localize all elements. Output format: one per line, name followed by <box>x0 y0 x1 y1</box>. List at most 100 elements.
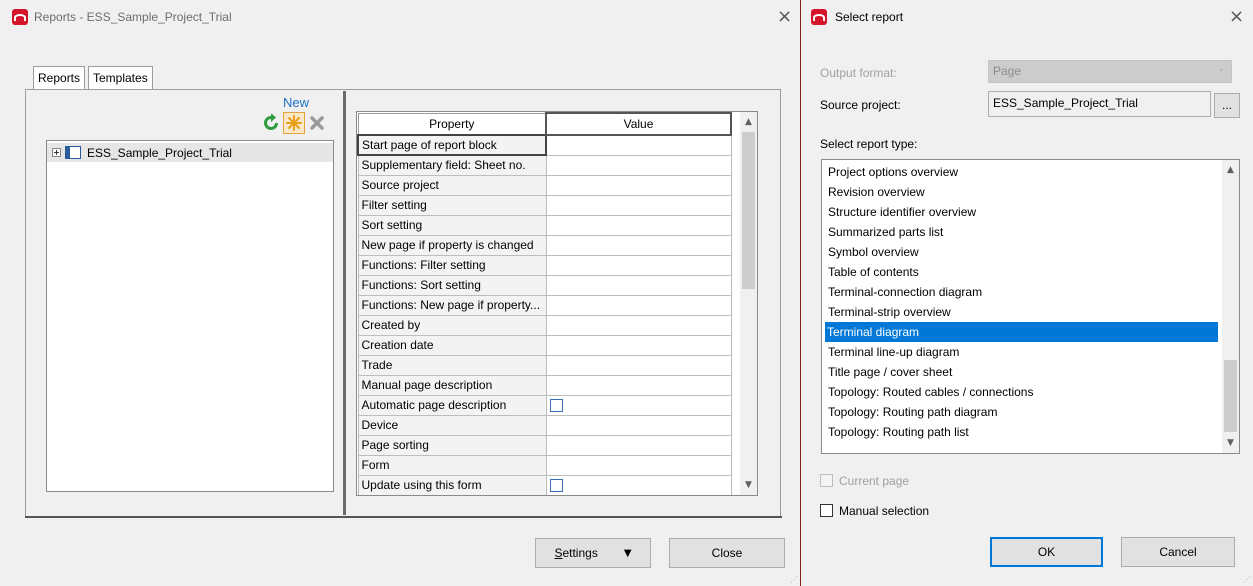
tab-templates[interactable]: Templates <box>88 66 153 90</box>
manual-selection-checkbox[interactable] <box>820 504 833 517</box>
tree-item-project[interactable]: ESS_Sample_Project_Trial <box>47 143 333 162</box>
scroll-thumb[interactable] <box>1224 360 1237 432</box>
source-project-field[interactable]: ESS_Sample_Project_Trial <box>988 91 1211 117</box>
grid-row[interactable]: Supplementary field: Sheet no. <box>357 154 732 176</box>
list-scrollbar[interactable]: ▲ ▼ <box>1222 160 1239 453</box>
new-star-icon[interactable] <box>283 112 305 134</box>
value-cell[interactable] <box>545 214 732 236</box>
report-type-item[interactable]: Topology: Routing path list <box>826 422 969 442</box>
property-cell[interactable]: Created by <box>357 314 547 336</box>
report-type-item[interactable]: Topology: Routed cables / connections <box>826 382 1033 402</box>
report-type-item[interactable]: Project options overview <box>826 162 958 182</box>
property-cell[interactable]: Start page of report block <box>357 134 547 156</box>
value-checkbox[interactable] <box>549 479 563 493</box>
value-cell[interactable] <box>545 334 732 356</box>
scroll-down-icon[interactable]: ▼ <box>740 480 757 490</box>
property-cell[interactable]: Device <box>357 414 547 436</box>
value-checkbox[interactable] <box>549 399 563 413</box>
report-type-item[interactable]: Terminal-connection diagram <box>826 282 982 302</box>
grid-row[interactable]: Trade <box>357 354 732 376</box>
property-cell[interactable]: Page sorting <box>357 434 547 456</box>
value-cell[interactable] <box>545 234 732 256</box>
grid-row[interactable]: Functions: Filter setting <box>357 254 732 276</box>
settings-button[interactable]: Settings ▼ <box>535 538 651 568</box>
grid-row[interactable]: Manual page description <box>357 374 732 396</box>
scroll-up-icon[interactable]: ▲ <box>1222 165 1239 175</box>
report-type-item[interactable]: Terminal diagram <box>825 322 1218 342</box>
close-button[interactable]: Close <box>669 538 785 568</box>
close-window-icon[interactable]: × <box>777 6 792 27</box>
grid-row[interactable]: Device <box>357 414 732 436</box>
property-cell[interactable]: Update using this form <box>357 474 547 495</box>
grid-row[interactable]: Functions: New page if property... <box>357 294 732 316</box>
report-type-item[interactable]: Revision overview <box>826 182 925 202</box>
value-cell[interactable] <box>545 254 732 276</box>
grid-row[interactable]: New page if property is changed <box>357 234 732 256</box>
resize-grip-icon[interactable]: ⋰ <box>1243 575 1251 584</box>
value-cell[interactable] <box>545 194 732 216</box>
value-cell[interactable] <box>545 174 732 196</box>
value-cell[interactable] <box>545 134 732 156</box>
report-type-item[interactable]: Table of contents <box>826 262 919 282</box>
grid-row[interactable]: Functions: Sort setting <box>357 274 732 296</box>
value-cell[interactable] <box>545 314 732 336</box>
property-grid[interactable]: Property Value Start page of report bloc… <box>356 111 758 496</box>
property-cell[interactable]: New page if property is changed <box>357 234 547 256</box>
ok-button[interactable]: OK <box>990 537 1103 567</box>
grid-row[interactable]: Update using this form <box>357 474 732 495</box>
property-cell[interactable]: Sort setting <box>357 214 547 236</box>
tab-reports[interactable]: Reports <box>33 66 86 90</box>
grid-row[interactable]: Sort setting <box>357 214 732 236</box>
plus-box-icon[interactable] <box>52 148 61 157</box>
property-cell[interactable]: Functions: Filter setting <box>357 254 547 276</box>
scroll-up-icon[interactable]: ▲ <box>740 117 757 127</box>
grid-row[interactable]: Created by <box>357 314 732 336</box>
grid-row[interactable]: Form <box>357 454 732 476</box>
report-tree[interactable]: ESS_Sample_Project_Trial <box>46 140 334 492</box>
grid-row[interactable]: Page sorting <box>357 434 732 456</box>
value-cell[interactable] <box>545 394 732 416</box>
close-dialog-icon[interactable]: × <box>1229 6 1244 27</box>
grid-row[interactable]: Creation date <box>357 334 732 356</box>
delete-icon[interactable] <box>306 112 328 134</box>
report-type-item[interactable]: Terminal line-up diagram <box>826 342 959 362</box>
value-cell[interactable] <box>545 454 732 476</box>
property-cell[interactable]: Source project <box>357 174 547 196</box>
value-cell[interactable] <box>545 154 732 176</box>
value-cell[interactable] <box>545 274 732 296</box>
property-cell[interactable]: Creation date <box>357 334 547 356</box>
grid-scrollbar[interactable]: ▲ ▼ <box>740 112 757 495</box>
property-cell[interactable]: Manual page description <box>357 374 547 396</box>
value-cell[interactable] <box>545 414 732 436</box>
report-type-list[interactable]: Project options overview Revision overvie… <box>821 159 1240 454</box>
property-cell[interactable]: Filter setting <box>357 194 547 216</box>
grid-row[interactable]: Start page of report block <box>357 134 732 156</box>
scroll-thumb[interactable] <box>742 132 755 289</box>
property-cell[interactable]: Functions: Sort setting <box>357 274 547 296</box>
value-cell[interactable] <box>545 434 732 456</box>
grid-row[interactable]: Filter setting <box>357 194 732 216</box>
report-type-item[interactable]: Structure identifier overview <box>826 202 976 222</box>
property-cell[interactable]: Form <box>357 454 547 476</box>
resize-grip-icon[interactable]: ⋰ <box>790 575 798 584</box>
value-cell[interactable] <box>545 474 732 495</box>
property-cell[interactable]: Automatic page description <box>357 394 547 416</box>
value-cell[interactable] <box>545 294 732 316</box>
grid-row[interactable]: Automatic page description <box>357 394 732 416</box>
property-cell[interactable]: Supplementary field: Sheet no. <box>357 154 547 176</box>
value-cell[interactable] <box>545 354 732 376</box>
browse-project-button[interactable]: ... <box>1214 93 1240 118</box>
dropdown-arrow-icon[interactable]: ▼ <box>624 548 632 559</box>
panel-splitter[interactable] <box>343 91 346 515</box>
report-type-item[interactable]: Terminal-strip overview <box>826 302 951 322</box>
report-type-item[interactable]: Title page / cover sheet <box>826 362 952 382</box>
refresh-icon[interactable] <box>260 112 282 134</box>
property-cell[interactable]: Functions: New page if property... <box>357 294 547 316</box>
report-type-item[interactable]: Summarized parts list <box>826 222 943 242</box>
scroll-down-icon[interactable]: ▼ <box>1222 438 1239 448</box>
grid-row[interactable]: Source project <box>357 174 732 196</box>
report-type-item[interactable]: Symbol overview <box>826 242 919 262</box>
property-cell[interactable]: Trade <box>357 354 547 376</box>
report-type-item[interactable]: Topology: Routing path diagram <box>826 402 997 422</box>
value-cell[interactable] <box>545 374 732 396</box>
